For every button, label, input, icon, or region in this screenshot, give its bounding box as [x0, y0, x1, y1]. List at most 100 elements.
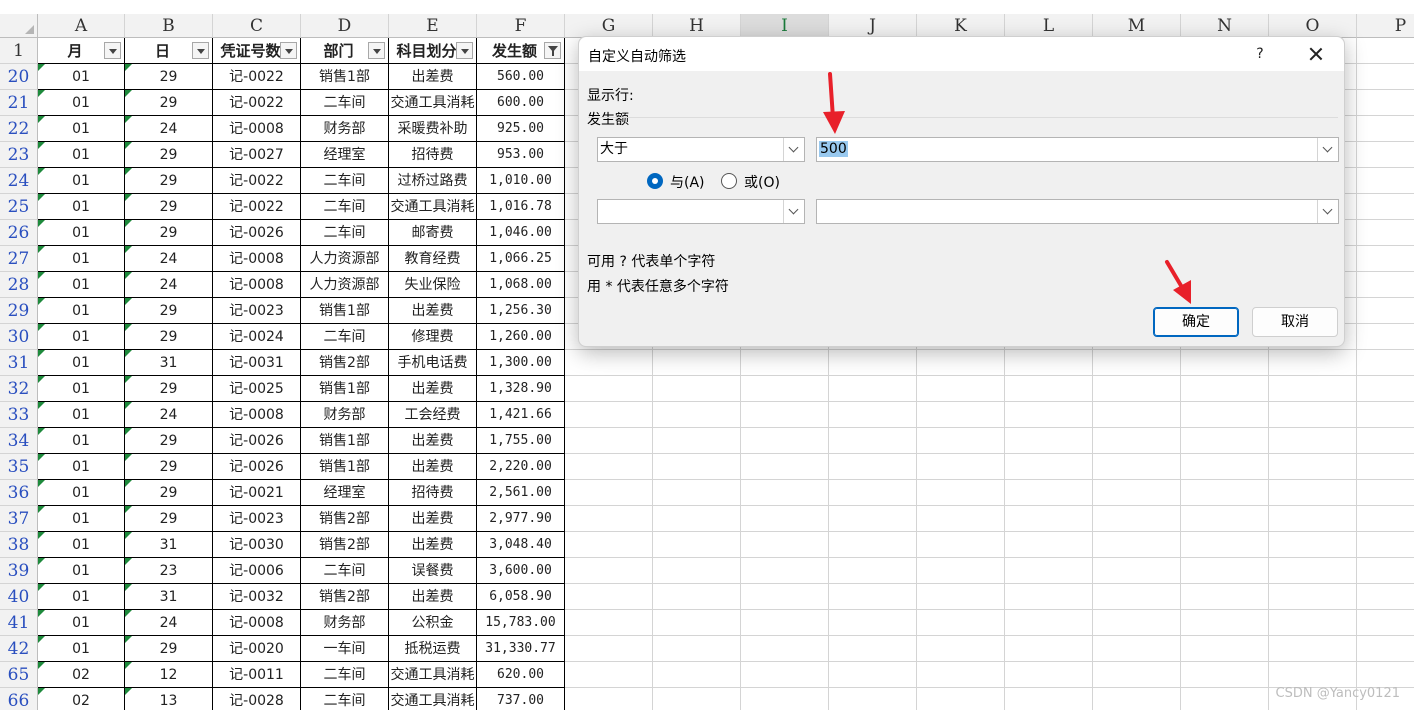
- table-cell[interactable]: 交通工具消耗: [389, 688, 477, 710]
- condition1-value-input[interactable]: 500: [816, 137, 1339, 162]
- chevron-down-icon[interactable]: [1317, 138, 1338, 161]
- empty-cell[interactable]: [741, 480, 829, 506]
- column-header-m[interactable]: M: [1093, 14, 1181, 38]
- or-radio-label[interactable]: 或(O): [744, 172, 780, 192]
- empty-cell[interactable]: [1093, 480, 1181, 506]
- table-cell[interactable]: 3,048.40: [477, 532, 565, 558]
- table-cell[interactable]: 02: [38, 688, 125, 710]
- empty-cell[interactable]: [565, 688, 653, 710]
- table-cell[interactable]: 销售1部: [301, 298, 389, 324]
- empty-cell[interactable]: [1181, 584, 1269, 610]
- table-cell[interactable]: 29: [125, 428, 213, 454]
- table-cell[interactable]: 出差费: [389, 532, 477, 558]
- table-cell[interactable]: 修理费: [389, 324, 477, 350]
- table-cell[interactable]: 23: [125, 558, 213, 584]
- empty-cell[interactable]: [1357, 584, 1414, 610]
- filter-active-icon[interactable]: [544, 42, 561, 59]
- table-cell[interactable]: 1,046.00: [477, 220, 565, 246]
- empty-cell[interactable]: [1005, 532, 1093, 558]
- row-header[interactable]: 40: [0, 584, 38, 610]
- column-header-k[interactable]: K: [917, 14, 1005, 38]
- table-cell[interactable]: 24: [125, 402, 213, 428]
- empty-cell[interactable]: [917, 558, 1005, 584]
- row-header[interactable]: 26: [0, 220, 38, 246]
- table-cell[interactable]: 31: [125, 532, 213, 558]
- table-cell[interactable]: 29: [125, 142, 213, 168]
- table-cell[interactable]: 12: [125, 662, 213, 688]
- table-cell[interactable]: 二车间: [301, 662, 389, 688]
- table-cell[interactable]: 01: [38, 168, 125, 194]
- empty-cell[interactable]: [829, 402, 917, 428]
- table-cell[interactable]: 出差费: [389, 454, 477, 480]
- column-header-h[interactable]: H: [653, 14, 741, 38]
- table-cell[interactable]: 出差费: [389, 298, 477, 324]
- condition1-operator-select[interactable]: 大于: [597, 137, 805, 162]
- empty-cell[interactable]: [653, 688, 741, 710]
- table-cell[interactable]: 1,328.90: [477, 376, 565, 402]
- table-cell[interactable]: 29: [125, 324, 213, 350]
- filter-dropdown-icon[interactable]: [104, 42, 121, 59]
- empty-cell[interactable]: [1357, 376, 1414, 402]
- table-cell[interactable]: 记-0021: [213, 480, 301, 506]
- empty-cell[interactable]: [1093, 636, 1181, 662]
- empty-cell[interactable]: [1093, 688, 1181, 710]
- empty-cell[interactable]: [829, 350, 917, 376]
- table-cell[interactable]: 01: [38, 376, 125, 402]
- empty-cell[interactable]: [829, 688, 917, 710]
- table-cell[interactable]: 二车间: [301, 558, 389, 584]
- empty-cell[interactable]: [829, 610, 917, 636]
- table-cell[interactable]: 二车间: [301, 688, 389, 710]
- table-cell[interactable]: 01: [38, 558, 125, 584]
- empty-cell[interactable]: [1269, 506, 1357, 532]
- empty-cell[interactable]: [1181, 610, 1269, 636]
- row-header[interactable]: 1: [0, 38, 38, 64]
- table-cell[interactable]: 01: [38, 584, 125, 610]
- table-cell[interactable]: 二车间: [301, 90, 389, 116]
- table-cell[interactable]: 620.00: [477, 662, 565, 688]
- table-cell[interactable]: 记-0011: [213, 662, 301, 688]
- table-cell[interactable]: 01: [38, 506, 125, 532]
- table-cell[interactable]: 24: [125, 272, 213, 298]
- empty-cell[interactable]: [917, 350, 1005, 376]
- table-cell[interactable]: 记-0031: [213, 350, 301, 376]
- table-cell[interactable]: 29: [125, 168, 213, 194]
- table-cell[interactable]: 交通工具消耗: [389, 194, 477, 220]
- filter-dropdown-icon[interactable]: [456, 42, 473, 59]
- table-cell[interactable]: 01: [38, 272, 125, 298]
- empty-cell[interactable]: [1093, 558, 1181, 584]
- close-icon[interactable]: [1303, 41, 1329, 67]
- empty-cell[interactable]: [1357, 168, 1414, 194]
- table-cell[interactable]: 29: [125, 90, 213, 116]
- table-cell[interactable]: 工会经费: [389, 402, 477, 428]
- empty-cell[interactable]: [565, 610, 653, 636]
- empty-cell[interactable]: [917, 636, 1005, 662]
- table-cell[interactable]: 二车间: [301, 324, 389, 350]
- chevron-down-icon[interactable]: [783, 200, 804, 223]
- empty-cell[interactable]: [917, 532, 1005, 558]
- table-cell[interactable]: 737.00: [477, 688, 565, 710]
- empty-cell[interactable]: [1269, 584, 1357, 610]
- empty-cell[interactable]: [917, 454, 1005, 480]
- empty-cell[interactable]: [1093, 662, 1181, 688]
- empty-cell[interactable]: [1093, 584, 1181, 610]
- empty-cell[interactable]: [1357, 90, 1414, 116]
- empty-cell[interactable]: [1005, 454, 1093, 480]
- empty-cell[interactable]: [653, 350, 741, 376]
- filter-dropdown-icon[interactable]: [368, 42, 385, 59]
- table-cell[interactable]: 953.00: [477, 142, 565, 168]
- empty-cell[interactable]: [1005, 376, 1093, 402]
- table-cell[interactable]: 记-0008: [213, 272, 301, 298]
- empty-cell[interactable]: [1357, 506, 1414, 532]
- table-cell[interactable]: 二车间: [301, 220, 389, 246]
- empty-cell[interactable]: [1357, 194, 1414, 220]
- column-header-g[interactable]: G: [565, 14, 653, 38]
- row-header[interactable]: 36: [0, 480, 38, 506]
- empty-cell[interactable]: [565, 532, 653, 558]
- empty-cell[interactable]: [741, 350, 829, 376]
- empty-cell[interactable]: [1005, 584, 1093, 610]
- empty-cell[interactable]: [1269, 636, 1357, 662]
- empty-cell[interactable]: [653, 532, 741, 558]
- row-header[interactable]: 31: [0, 350, 38, 376]
- empty-cell[interactable]: [1181, 480, 1269, 506]
- table-cell[interactable]: 记-0032: [213, 584, 301, 610]
